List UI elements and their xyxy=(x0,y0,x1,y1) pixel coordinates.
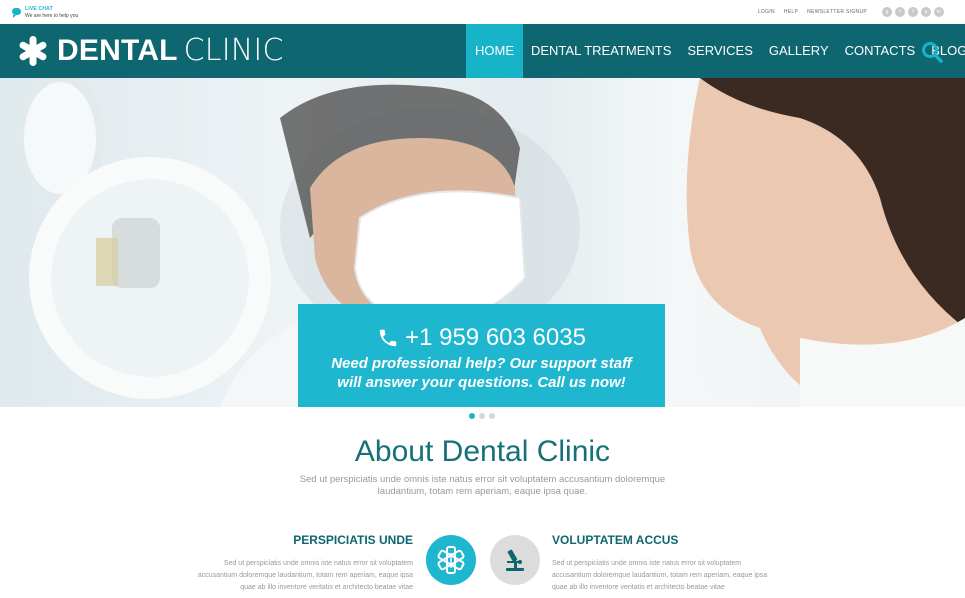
chat-icon xyxy=(12,8,21,18)
main-nav: HOME DENTAL TREATMENTS SERVICES GALLERY … xyxy=(466,24,965,78)
slider-dot-2[interactable] xyxy=(479,413,485,419)
about-subtitle: Sed ut perspiciatis unde omnis iste natu… xyxy=(299,474,666,497)
login-link[interactable]: LOGIN xyxy=(758,9,775,15)
help-link[interactable]: HELP xyxy=(784,9,798,15)
call-us-banner: +1 959 603 6035 Need professional help? … xyxy=(298,304,665,407)
nav-gallery[interactable]: GALLERY xyxy=(761,24,837,78)
googleplus-icon[interactable]: g xyxy=(882,7,892,17)
feature-icon-microscope[interactable] xyxy=(490,535,540,585)
hero-slider: +1 959 603 6035 Need professional help? … xyxy=(0,78,965,407)
live-chat-title: LIVE CHAT xyxy=(25,6,53,12)
social-links: g t f p in xyxy=(882,7,944,17)
feature-title-right[interactable]: VOLUPTATEM ACCUS xyxy=(552,533,752,547)
slider-dot-3[interactable] xyxy=(489,413,495,419)
top-bar: LIVE CHAT We are here to help you LOGIN … xyxy=(0,0,965,24)
live-chat-subtitle: We are here to help you xyxy=(25,13,79,19)
site-logo[interactable]: DENTAL CLINIC xyxy=(17,34,284,68)
nav-contacts[interactable]: CONTACTS xyxy=(837,24,924,78)
feature-icon-medical[interactable] xyxy=(426,535,476,585)
slider-dot-1[interactable] xyxy=(469,413,475,419)
main-header: DENTAL CLINIC HOME DENTAL TREATMENTS SERV… xyxy=(0,24,965,78)
microscope-icon xyxy=(506,549,524,571)
newsletter-signup-link[interactable]: NEWSLETTER SIGNUP xyxy=(807,9,867,15)
feature-text-right: Sed ut perspiciatis unde omnis iste natu… xyxy=(552,560,768,591)
nav-home[interactable]: HOME xyxy=(466,24,523,78)
phone-icon xyxy=(379,329,397,347)
feature-text-left: Sed ut perspiciatis unde omnis iste natu… xyxy=(197,560,413,591)
callout-message: Need professional help? Our support staf… xyxy=(331,355,632,391)
nav-services[interactable]: SERVICES xyxy=(679,24,761,78)
about-title: About Dental Clinic xyxy=(354,435,611,468)
logo-text-bold: DENTAL xyxy=(57,34,178,67)
phone-number[interactable]: +1 959 603 6035 xyxy=(405,324,586,352)
live-chat[interactable]: LIVE CHAT We are here to help you xyxy=(12,6,78,20)
medical-star-icon xyxy=(437,546,465,574)
pinterest-icon[interactable]: p xyxy=(921,7,931,17)
medical-star-icon xyxy=(19,36,47,66)
nav-dental-treatments[interactable]: DENTAL TREATMENTS xyxy=(523,24,679,78)
top-links: LOGIN HELP NEWSLETTER SIGNUP xyxy=(758,9,867,15)
twitter-icon[interactable]: t xyxy=(895,7,905,17)
slider-dots xyxy=(469,413,495,419)
feature-title-left[interactable]: PERSPICIATIS UNDE xyxy=(230,533,413,547)
search-icon[interactable] xyxy=(921,41,943,63)
linkedin-icon[interactable]: in xyxy=(934,7,944,17)
facebook-icon[interactable]: f xyxy=(908,7,918,17)
logo-text-light: CLINIC xyxy=(183,33,284,68)
